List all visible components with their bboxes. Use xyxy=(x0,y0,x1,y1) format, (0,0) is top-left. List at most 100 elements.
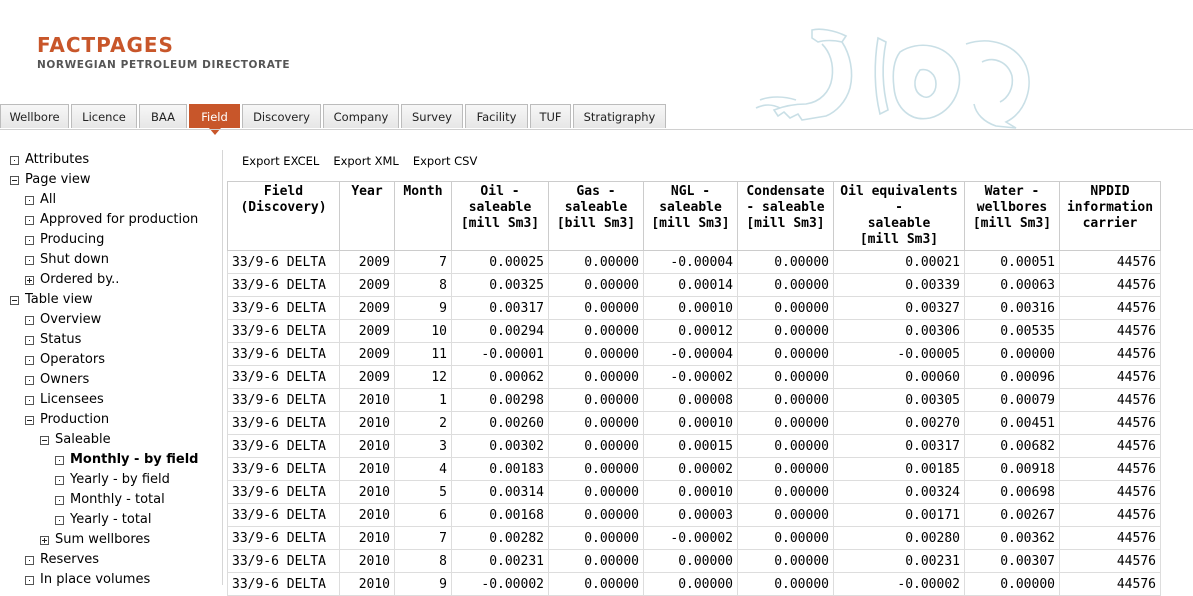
leaf-icon[interactable] xyxy=(25,195,34,205)
column-header[interactable]: Condensate - saleable [mill Sm3] xyxy=(737,181,834,251)
tree-item-label: Overview xyxy=(40,312,102,327)
tab-field[interactable]: Field xyxy=(189,104,240,135)
tree-item[interactable]: Saleable xyxy=(40,430,111,450)
leaf-icon[interactable] xyxy=(55,475,64,485)
tree-item[interactable]: Yearly - by field xyxy=(55,470,170,490)
export-excel-link[interactable]: Export EXCEL xyxy=(242,154,319,168)
table-cell: 8 xyxy=(394,549,452,573)
column-header[interactable]: Gas - saleable [bill Sm3] xyxy=(548,181,644,251)
collapse-icon[interactable] xyxy=(25,415,34,425)
tree-item-label: Approved for production xyxy=(40,212,199,227)
tree-item[interactable]: All xyxy=(25,190,56,210)
leaf-icon[interactable] xyxy=(25,215,34,225)
collapse-icon[interactable] xyxy=(10,295,19,305)
tree-item[interactable]: Yearly - total xyxy=(55,510,152,530)
leaf-icon[interactable] xyxy=(25,555,34,565)
leaf-icon[interactable] xyxy=(25,335,34,345)
leaf-icon[interactable] xyxy=(25,315,34,325)
tree-item[interactable]: Producing xyxy=(25,230,104,250)
leaf-icon[interactable] xyxy=(25,235,34,245)
leaf-icon[interactable] xyxy=(25,355,34,365)
export-csv-link[interactable]: Export CSV xyxy=(413,154,478,168)
table-cell: 0.00000 xyxy=(737,319,834,343)
column-header[interactable]: Oil equivalents - saleable [mill Sm3] xyxy=(833,181,965,251)
leaf-icon[interactable] xyxy=(25,375,34,385)
tree-item[interactable]: Approved for production xyxy=(25,210,198,230)
table-cell: 0.00014 xyxy=(643,273,738,297)
tree-item-label: Ordered by.. xyxy=(40,272,120,287)
table-cell: 33/9-6 DELTA xyxy=(227,319,340,343)
tree-item[interactable]: Sum wellbores xyxy=(40,530,150,550)
tab-company[interactable]: Company xyxy=(323,104,399,128)
tree-item[interactable]: Monthly - total xyxy=(55,490,165,510)
tree-item[interactable]: Shut down xyxy=(25,250,109,270)
tab-facility[interactable]: Facility xyxy=(465,104,528,128)
tree-item[interactable]: Status xyxy=(25,330,81,350)
tab-survey[interactable]: Survey xyxy=(401,104,463,128)
tree-item-label: Reserves xyxy=(40,552,100,567)
tree-item[interactable]: Overview xyxy=(25,310,101,330)
table-row: 33/9-6 DELTA 2010 2 0.00260 0.00000 0.00010 0.… xyxy=(227,411,1161,435)
table-cell: 0.00000 xyxy=(737,342,834,366)
table-cell: 0.00231 xyxy=(833,549,965,573)
column-header[interactable]: Field (Discovery) xyxy=(227,181,340,251)
leaf-icon[interactable] xyxy=(25,575,34,585)
tab-discovery[interactable]: Discovery xyxy=(242,104,321,128)
collapse-icon[interactable] xyxy=(40,435,49,445)
tab-tuf[interactable]: TUF xyxy=(530,104,571,128)
table-cell: -0.00002 xyxy=(643,526,738,550)
column-header[interactable]: Year xyxy=(339,181,395,251)
table-cell: 2010 xyxy=(339,434,395,458)
leaf-icon[interactable] xyxy=(55,455,64,465)
column-header[interactable]: NGL - saleable [mill Sm3] xyxy=(643,181,738,251)
column-header-line: [mill Sm3] xyxy=(859,232,939,247)
tab-licence[interactable]: Licence xyxy=(71,104,137,128)
column-header-line: Oil - xyxy=(480,184,520,199)
leaf-icon[interactable] xyxy=(10,155,19,165)
tree-item[interactable]: Page view xyxy=(10,170,91,190)
tree-item-label: Monthly - total xyxy=(70,492,165,507)
table-cell: 2010 xyxy=(339,503,395,527)
tree-item[interactable]: In place volumes xyxy=(25,570,150,590)
tree-item[interactable]: Monthly - by field xyxy=(55,450,199,470)
tab-baa[interactable]: BAA xyxy=(139,104,187,128)
table-cell: 0.00000 xyxy=(548,388,644,412)
tab-wellbore[interactable]: Wellbore xyxy=(0,104,69,128)
tree-item-label: Monthly - by field xyxy=(70,452,199,467)
leaf-icon[interactable] xyxy=(25,255,34,265)
table-cell: -0.00005 xyxy=(833,342,965,366)
leaf-icon[interactable] xyxy=(55,515,64,525)
table-cell: -0.00002 xyxy=(643,365,738,389)
tab-stratigraphy[interactable]: Stratigraphy xyxy=(573,104,666,128)
tree-item[interactable]: Production xyxy=(25,410,109,430)
column-header[interactable]: Oil - saleable [mill Sm3] xyxy=(451,181,549,251)
column-header[interactable]: NPDID information carrier xyxy=(1059,181,1161,251)
collapse-icon[interactable] xyxy=(10,175,19,185)
expand-icon[interactable] xyxy=(25,275,34,285)
leaf-icon[interactable] xyxy=(55,495,64,505)
table-cell: 0.00327 xyxy=(833,296,965,320)
table-cell: 4 xyxy=(394,457,452,481)
column-header[interactable]: Water - wellbores [mill Sm3] xyxy=(964,181,1060,251)
site-title[interactable]: FACTPAGES xyxy=(37,33,174,57)
table-cell: 0.00000 xyxy=(737,296,834,320)
table-cell: 0.00000 xyxy=(548,503,644,527)
column-header[interactable]: Month xyxy=(394,181,452,251)
table-cell: 0.00535 xyxy=(964,319,1060,343)
table-row: 33/9-6 DELTA 2009 10 0.00294 0.00000 0.00012 0… xyxy=(227,319,1161,343)
leaf-icon[interactable] xyxy=(25,395,34,405)
tree-item[interactable]: Table view xyxy=(10,290,93,310)
table-cell: 0.00010 xyxy=(643,296,738,320)
tree-item[interactable]: Reserves xyxy=(25,550,99,570)
table-cell: 2009 xyxy=(339,365,395,389)
column-header-line: saleable xyxy=(659,200,722,215)
tree-item[interactable]: Licensees xyxy=(25,390,104,410)
expand-icon[interactable] xyxy=(40,535,49,545)
table-cell: 33/9-6 DELTA xyxy=(227,411,340,435)
tree-item[interactable]: Owners xyxy=(25,370,89,390)
tree-item[interactable]: Ordered by.. xyxy=(25,270,119,290)
tree-item[interactable]: Operators xyxy=(25,350,105,370)
table-cell: 0.00003 xyxy=(643,503,738,527)
tree-item[interactable]: Attributes xyxy=(10,150,89,170)
export-xml-link[interactable]: Export XML xyxy=(333,154,399,168)
